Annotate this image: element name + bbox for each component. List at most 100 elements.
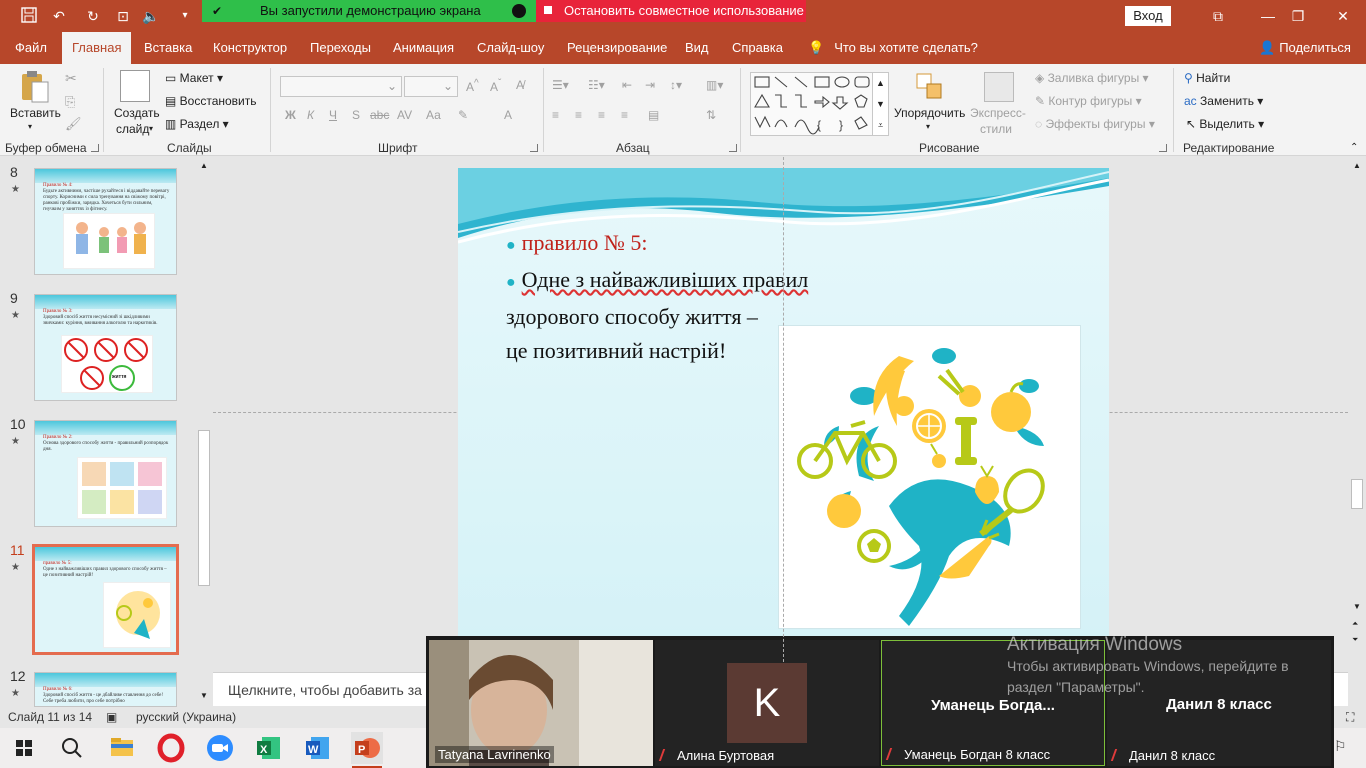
participant-tile-video[interactable]: Tatyana Lavrinenko	[429, 640, 653, 766]
tab-animations[interactable]: Анимация	[391, 32, 456, 64]
save-icon[interactable]	[20, 7, 38, 25]
shape-outline-button[interactable]: ✎ Контур фигуры ▾	[1035, 94, 1142, 108]
ribbon-display-options-icon[interactable]: ⧉	[1195, 4, 1241, 28]
language-indicator[interactable]: русский (Украина)	[136, 707, 236, 727]
increase-indent-icon[interactable]: ⇥	[645, 78, 655, 92]
customize-qat-icon[interactable]: ▾	[176, 7, 194, 25]
opera-icon[interactable]	[155, 732, 187, 764]
windows-start-icon[interactable]	[8, 732, 40, 764]
bold-button[interactable]: Ж	[285, 108, 296, 122]
healthy-lifestyle-illustration[interactable]	[778, 325, 1081, 629]
font-color-button[interactable]: A	[504, 108, 512, 122]
font-family-select[interactable]: ⌄	[280, 76, 402, 97]
scroll-thumb[interactable]	[198, 430, 210, 586]
arrange-icon[interactable]	[915, 72, 943, 100]
paste-label[interactable]: Вставить	[10, 106, 61, 120]
find-button[interactable]: ⚲ Найти	[1184, 71, 1230, 85]
paste-icon[interactable]	[18, 70, 52, 104]
arrange-dropdown-icon[interactable]: ▾	[926, 122, 930, 131]
decrease-indent-icon[interactable]: ⇤	[622, 78, 632, 92]
vertical-guide[interactable]	[783, 157, 784, 662]
fit-to-window-icon[interactable]: ⛶	[1346, 707, 1354, 727]
powerpoint-icon[interactable]: P	[351, 732, 383, 764]
align-right-icon[interactable]: ≡	[598, 108, 605, 122]
distributed-icon[interactable]: ▤	[648, 108, 659, 122]
align-left-icon[interactable]: ≡	[552, 108, 559, 122]
clear-formatting-icon[interactable]: A̸	[516, 78, 524, 92]
new-slide-icon[interactable]	[120, 70, 150, 102]
quick-styles-label-2[interactable]: стили	[980, 122, 1012, 136]
scroll-thumb[interactable]	[1351, 479, 1363, 509]
font-launcher-icon[interactable]	[530, 144, 538, 152]
justify-icon[interactable]: ≡	[621, 108, 628, 122]
tab-home[interactable]: Главная	[62, 32, 132, 64]
tab-slideshow[interactable]: Слайд-шоу	[475, 32, 546, 64]
underline-button[interactable]: Ч	[329, 108, 337, 122]
tell-me-box[interactable]: 💡 Что вы хотите сделать?	[806, 32, 980, 64]
tab-transitions[interactable]: Переходы	[308, 32, 373, 64]
italic-button[interactable]: К	[307, 108, 314, 122]
copy-icon[interactable]: ⎘	[65, 94, 75, 110]
slide-thumbnail-8[interactable]: Правило № 4: Будьте активними, частіше ру…	[34, 168, 177, 275]
previous-slide-icon[interactable]: ⏶	[1352, 619, 1358, 629]
login-button[interactable]: Вход	[1125, 6, 1171, 26]
paragraph-launcher-icon[interactable]	[729, 144, 737, 152]
numbering-icon[interactable]: ☷▾	[588, 78, 605, 92]
shapes-gallery[interactable]: {}	[750, 72, 888, 136]
from-beginning-icon[interactable]: ⊡	[114, 7, 132, 25]
tab-design[interactable]: Конструктор	[211, 32, 289, 64]
shape-fill-button[interactable]: ◈ Заливка фигуры ▾	[1035, 71, 1149, 85]
notification-icon[interactable]: ⚐	[1334, 738, 1347, 755]
layout-button[interactable]: ▭ Макет ▾	[165, 71, 223, 85]
new-slide-label-1[interactable]: Создать	[114, 106, 160, 120]
text-direction-icon[interactable]: ⇅	[706, 108, 716, 122]
change-case-button[interactable]: Аа	[426, 108, 441, 122]
slide-thumbnail-12[interactable]: Правило № 6: Здоровий спосіб життя - це д…	[34, 672, 177, 707]
replace-button[interactable]: ac Заменить ▾	[1184, 94, 1263, 108]
new-slide-label-2[interactable]: слайд	[116, 122, 149, 136]
reset-button[interactable]: ▤ Восстановить	[165, 94, 257, 108]
maximize-icon[interactable]: ❐	[1275, 4, 1321, 28]
section-button[interactable]: ▥ Раздел ▾	[165, 117, 229, 131]
decrease-font-icon[interactable]: Aˇ	[490, 78, 501, 94]
slide-thumbnail-9[interactable]: Правило № 3: Здоровий спосіб життя несумі…	[34, 294, 177, 401]
tab-help[interactable]: Справка	[730, 32, 785, 64]
strikethrough-button[interactable]: abc	[370, 108, 389, 122]
increase-font-icon[interactable]: A^	[466, 78, 479, 94]
paste-dropdown-icon[interactable]: ▾	[28, 122, 32, 131]
grip-icon[interactable]: ✔	[212, 0, 222, 22]
columns-icon[interactable]: ▥▾	[706, 78, 723, 92]
tab-review[interactable]: Рецензирование	[565, 32, 669, 64]
collapse-ribbon-icon[interactable]: ⌃	[1350, 142, 1358, 153]
tab-view[interactable]: Вид	[683, 32, 711, 64]
slide-thumbnail-10[interactable]: Правило № 2: Основа здорового способу жит…	[34, 420, 177, 527]
excel-icon[interactable]: X	[253, 732, 285, 764]
new-slide-dropdown-icon[interactable]: ▾	[149, 124, 153, 133]
select-button[interactable]: ↖ Выделить ▾	[1186, 117, 1264, 131]
scroll-up-icon[interactable]: ▲	[200, 161, 208, 170]
file-explorer-icon[interactable]	[106, 732, 138, 764]
chevron-up-icon[interactable]: ▲	[873, 73, 888, 94]
search-icon[interactable]	[56, 732, 88, 764]
participant-tile[interactable]: K Алина Буртовая	[655, 640, 879, 766]
thumbnails-scrollbar[interactable]: ▲ ▼	[196, 157, 213, 707]
slide-thumbnail-11[interactable]: правило № 5: Одне з найважливіших правил …	[32, 544, 179, 655]
shadow-button[interactable]: S	[352, 108, 360, 122]
cut-icon[interactable]: ✂	[65, 70, 77, 87]
chevron-down-icon[interactable]: ▼	[873, 94, 888, 115]
quick-styles-label-1[interactable]: Экспресс-	[970, 106, 1026, 120]
scroll-up-icon[interactable]: ▲	[1353, 161, 1361, 170]
clipboard-launcher-icon[interactable]	[91, 144, 99, 152]
word-icon[interactable]: W	[302, 732, 334, 764]
tab-file[interactable]: Файл	[13, 32, 49, 64]
share-button[interactable]: 👤 Поделиться	[1257, 32, 1353, 64]
bullets-icon[interactable]: ☰▾	[552, 78, 569, 92]
shape-effects-button[interactable]: ◌ Эффекты фигуры ▾	[1035, 117, 1155, 131]
font-size-select[interactable]: ⌄	[404, 76, 458, 97]
speaker-icon[interactable]: 🔈	[142, 7, 160, 25]
slide-editor[interactable]: ● правило № 5: ● Одне з найважливіших прав…	[213, 157, 1348, 662]
highlight-icon[interactable]: ✎	[458, 108, 468, 122]
stop-share-button[interactable]: Остановить совместное использование	[536, 0, 806, 22]
arrange-label[interactable]: Упорядочить	[894, 106, 965, 120]
align-center-icon[interactable]: ≡	[575, 108, 582, 122]
